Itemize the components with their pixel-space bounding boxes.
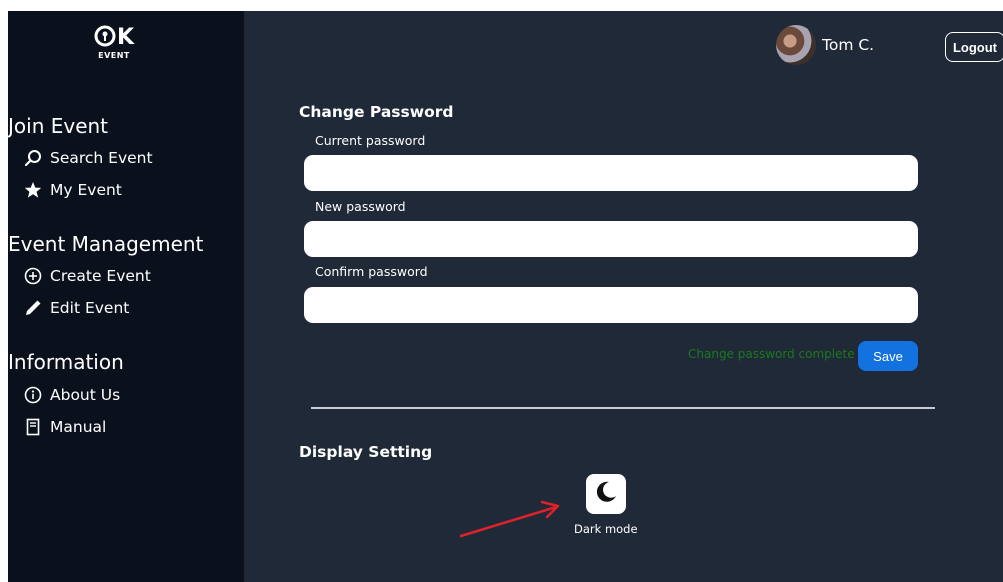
section-divider — [311, 407, 935, 409]
sidebar-item-my-event[interactable]: My Event — [24, 179, 122, 201]
sidebar-item-label: Manual — [50, 418, 107, 436]
dark-mode-toggle[interactable] — [586, 474, 626, 514]
plus-circle-icon — [24, 267, 42, 285]
sidebar-section-event-management: Event Management — [8, 232, 204, 256]
sidebar-section-information: Information — [8, 350, 124, 374]
info-icon — [24, 386, 42, 404]
user-profile[interactable]: Tom C. — [776, 25, 874, 65]
current-password-label: Current password — [315, 133, 426, 148]
password-status-message: Change password complete — [688, 347, 855, 361]
sidebar: K EVENT Join Event Search Event My Event… — [8, 11, 244, 582]
sidebar-item-about-us[interactable]: About Us — [24, 384, 120, 406]
sidebar-item-label: Edit Event — [50, 299, 130, 317]
username: Tom C. — [822, 36, 875, 54]
sidebar-item-label: My Event — [50, 181, 122, 199]
dark-mode-label: Dark mode — [574, 522, 638, 536]
logo[interactable]: K EVENT — [86, 23, 142, 60]
logo-text: K — [116, 25, 135, 50]
display-setting-title: Display Setting — [299, 443, 433, 461]
pencil-icon — [24, 299, 42, 317]
avatar[interactable] — [776, 25, 816, 65]
app-window: K EVENT Join Event Search Event My Event… — [8, 11, 1003, 582]
moon-icon — [593, 479, 619, 509]
book-icon — [24, 418, 42, 436]
current-password-field[interactable] — [304, 155, 918, 191]
confirm-password-label: Confirm password — [315, 264, 428, 279]
confirm-password-field[interactable] — [304, 287, 918, 323]
star-icon — [24, 181, 42, 199]
change-password-title: Change Password — [299, 103, 454, 121]
annotation-arrow — [459, 500, 560, 538]
sidebar-item-label: About Us — [50, 386, 121, 404]
sidebar-item-search-event[interactable]: Search Event — [24, 147, 153, 169]
sidebar-item-manual[interactable]: Manual — [24, 416, 106, 438]
save-button[interactable]: Save — [858, 341, 918, 371]
new-password-label: New password — [315, 199, 406, 214]
sidebar-item-label: Create Event — [50, 267, 151, 285]
sidebar-item-edit-event[interactable]: Edit Event — [24, 297, 129, 319]
logo-o-icon — [94, 25, 116, 51]
sidebar-section-join-event: Join Event — [8, 114, 109, 138]
logout-button[interactable]: Logout — [945, 32, 1003, 62]
sidebar-item-label: Search Event — [50, 149, 153, 167]
new-password-field[interactable] — [304, 221, 918, 257]
search-icon — [24, 149, 42, 167]
sidebar-item-create-event[interactable]: Create Event — [24, 265, 151, 287]
